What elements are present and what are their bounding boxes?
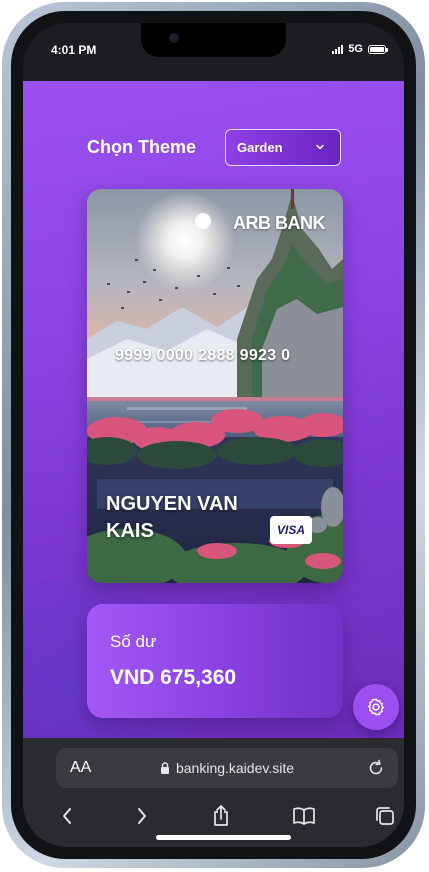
tabs-button[interactable]	[369, 800, 401, 832]
address-bar[interactable]: AA banking.kaidev.site	[56, 748, 398, 788]
chevron-down-icon	[316, 144, 324, 150]
card-holder-name: NGUYEN VAN KAIS	[106, 493, 238, 542]
bank-name: ARB BANK	[233, 213, 326, 233]
screen: 4:01 PM 5G Chọn Theme Garden ARB BANK 99…	[23, 23, 404, 847]
bookmarks-button[interactable]	[288, 800, 320, 832]
tabs-icon	[376, 807, 394, 825]
network-type: 5G	[348, 43, 363, 55]
balance-card: Số dư VND 675,360	[87, 604, 343, 718]
balance-label: Số dư	[110, 632, 157, 651]
browser-chrome: AA banking.kaidev.site	[23, 738, 404, 847]
battery-icon	[368, 44, 388, 54]
signal-icon	[332, 44, 344, 54]
status-bar: 4:01 PM 5G	[23, 23, 404, 79]
share-button[interactable]	[205, 800, 237, 832]
phone-bezel: 4:01 PM 5G Chọn Theme Garden ARB BANK 99…	[11, 11, 416, 859]
lock-icon	[160, 762, 169, 774]
web-content: Chọn Theme Garden ARB BANK 9999 0000 288…	[23, 81, 404, 738]
gear-icon	[368, 698, 384, 716]
theme-select[interactable]: Garden	[225, 129, 341, 166]
back-icon	[63, 808, 71, 824]
bank-card[interactable]: ARB BANK 9999 0000 2888 9923 0 NGUYEN VA…	[87, 189, 343, 583]
url-text: banking.kaidev.site	[175, 760, 295, 776]
forward-button[interactable]	[126, 800, 158, 832]
share-icon	[214, 805, 228, 826]
theme-select-value: Garden	[237, 140, 283, 155]
bookmarks-icon	[293, 807, 315, 825]
balance-value: VND 675,360	[110, 666, 237, 689]
home-indicator	[156, 835, 291, 840]
card-number: 9999 0000 2888 9923 0	[115, 347, 291, 364]
notch	[141, 23, 286, 57]
front-camera	[169, 33, 179, 43]
back-button[interactable]	[51, 800, 83, 832]
url-display: banking.kaidev.site	[56, 760, 398, 776]
status-indicators: 5G	[332, 43, 388, 55]
bank-logo	[195, 213, 211, 229]
reload-icon[interactable]	[366, 758, 386, 778]
status-time: 4:01 PM	[51, 43, 97, 57]
forward-icon	[138, 808, 146, 824]
phone-frame: 4:01 PM 5G Chọn Theme Garden ARB BANK 99…	[2, 2, 425, 868]
visa-logo: VISA	[270, 516, 312, 544]
settings-button[interactable]	[353, 684, 399, 730]
theme-label: Chọn Theme	[87, 137, 197, 157]
browser-toolbar	[23, 800, 404, 832]
